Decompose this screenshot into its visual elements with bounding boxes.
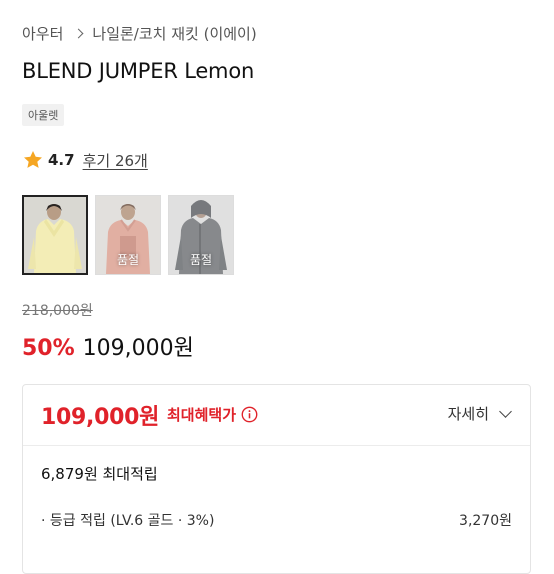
thumbnail-pink[interactable]: 품절 [95, 195, 161, 275]
thumbnail-status: 품절 [189, 253, 213, 267]
max-benefit-price: 109,000원 [41, 405, 160, 430]
divider [23, 445, 530, 446]
thumbnail-lemon[interactable] [22, 195, 88, 275]
breadcrumb-category[interactable]: 아우터 [22, 23, 63, 44]
max-points: 6,879원 최대적립 [41, 465, 158, 483]
max-benefit-label: 최대혜택가 [167, 406, 237, 424]
info-icon[interactable] [241, 406, 258, 423]
rating-score: 4.7 [48, 151, 75, 169]
color-options: 품절 품절 [22, 195, 234, 275]
sale-price: 109,000원 [82, 336, 194, 361]
thumbnail-status: 품절 [116, 253, 140, 267]
product-title: BLEND JUMPER Lemon [22, 59, 255, 83]
benefit-panel: 109,000원 최대혜택가 자세히 6,879원 최대적립 · 등급 적립 (… [22, 384, 531, 574]
original-price: 218,000원 [22, 303, 93, 319]
thumbnail-gray[interactable]: 품절 [168, 195, 234, 275]
discount-rate: 50% [22, 336, 75, 361]
grade-points-label: · 등급 적립 (LV.6 골드 · 3%) [41, 513, 215, 529]
star-icon [24, 151, 42, 168]
chevron-down-icon [499, 404, 512, 418]
grade-points-value: 3,270원 [459, 513, 512, 529]
max-benefit-label-group: 최대혜택가 [167, 404, 258, 425]
product-photo-lemon [24, 197, 86, 273]
rating: 4.7 후기 26개 [22, 147, 148, 173]
sale-price-row: 50% 109,000원 [22, 330, 194, 362]
detail-label: 자세히 [447, 405, 489, 423]
reviews-link[interactable]: 후기 26개 [83, 150, 148, 171]
breadcrumb: 아우터 나일론/코치 재킷 (이에이) [22, 20, 257, 46]
detail-toggle[interactable]: 자세히 [447, 403, 512, 424]
breadcrumb-subcategory[interactable]: 나일론/코치 재킷 (이에이) [92, 23, 256, 44]
chevron-right-icon [73, 28, 84, 38]
outlet-tag: 아울렛 [22, 104, 65, 126]
grade-points-row: · 등급 적립 (LV.6 골드 · 3%) 3,270원 [41, 510, 512, 530]
